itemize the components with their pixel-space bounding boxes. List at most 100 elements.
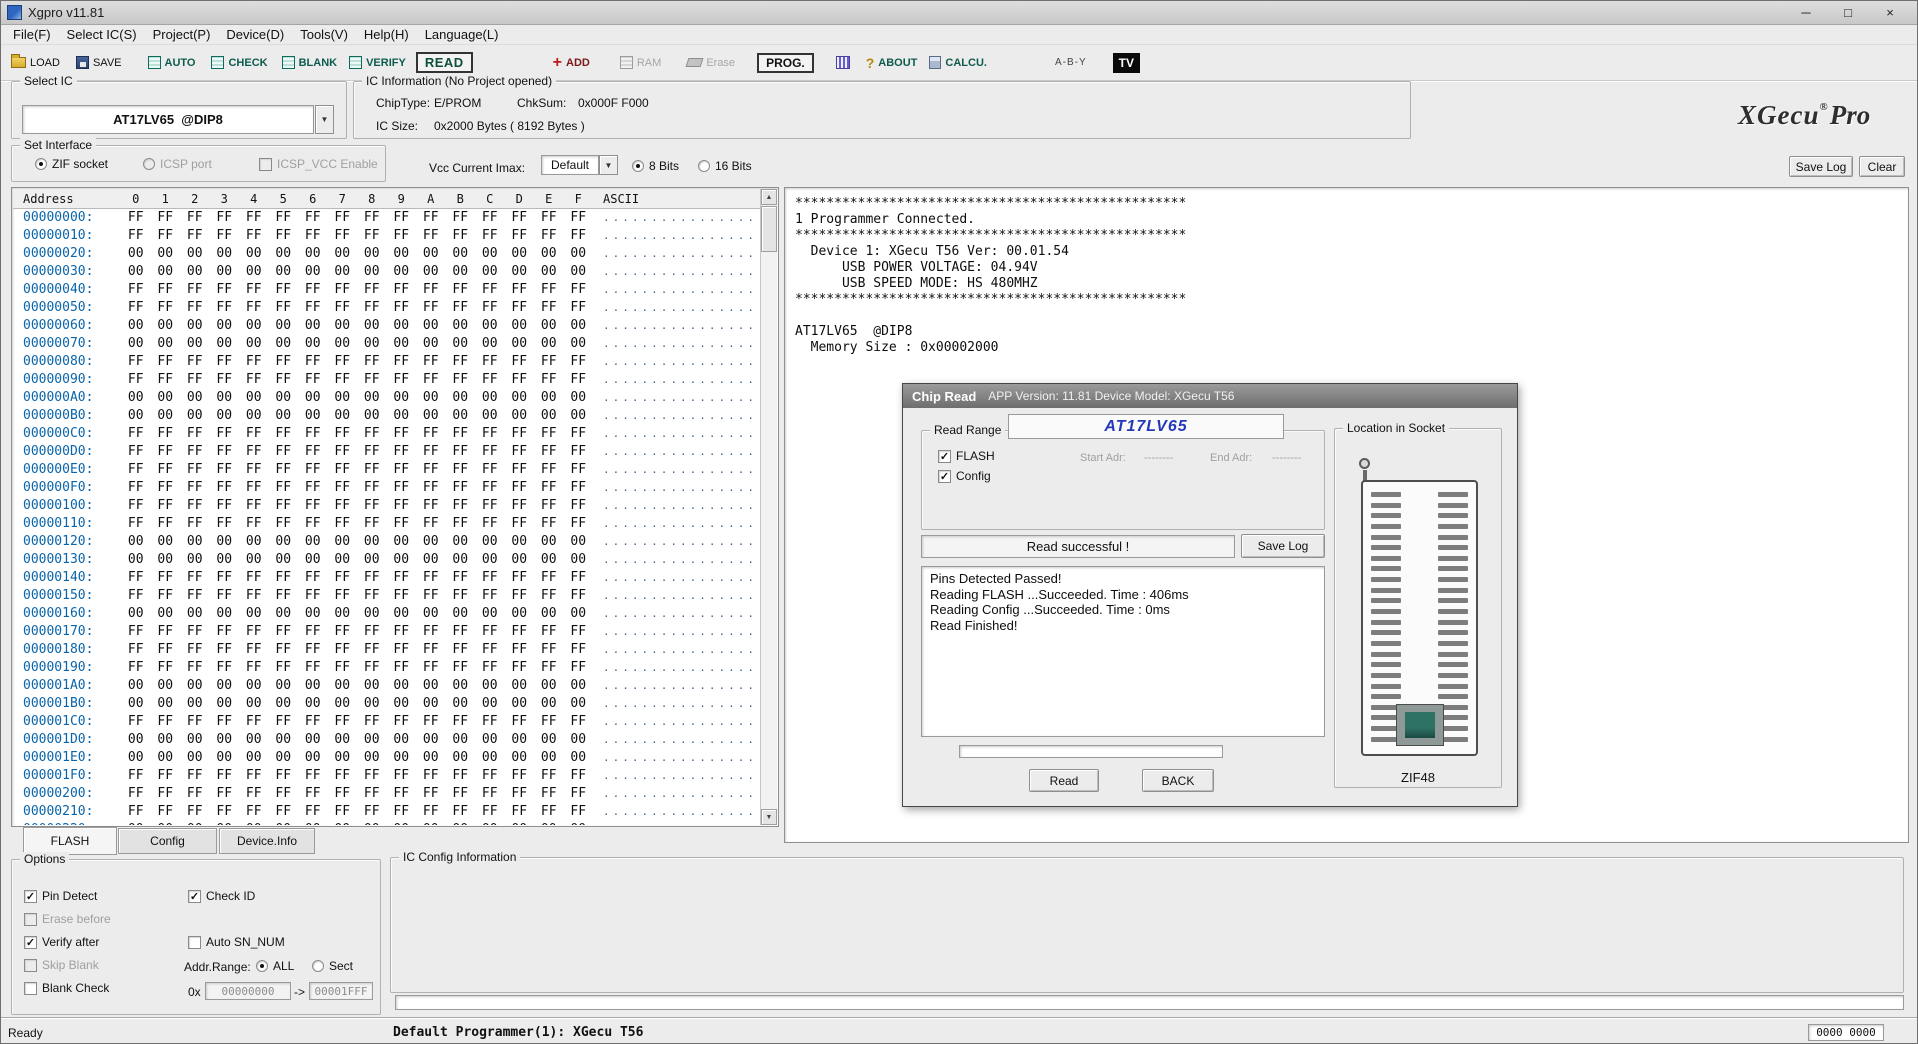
hex-byte[interactable]: FF [446, 353, 476, 371]
hex-byte[interactable]: FF [151, 227, 181, 245]
hex-byte[interactable]: 00 [387, 731, 417, 749]
hex-byte[interactable]: FF [269, 767, 299, 785]
hex-byte[interactable]: 00 [180, 749, 210, 767]
hex-byte[interactable]: FF [446, 443, 476, 461]
hex-byte[interactable]: 00 [357, 263, 387, 281]
hex-byte[interactable]: FF [446, 371, 476, 389]
zif-socket-radio[interactable]: ZIF socket [35, 157, 108, 171]
hex-byte[interactable]: FF [475, 767, 505, 785]
hex-byte[interactable]: FF [564, 767, 594, 785]
hex-byte[interactable]: 00 [328, 335, 358, 353]
hex-byte[interactable]: FF [180, 587, 210, 605]
hex-byte[interactable]: 00 [387, 317, 417, 335]
hex-byte[interactable]: FF [416, 281, 446, 299]
hex-byte[interactable]: FF [534, 281, 564, 299]
hex-byte[interactable]: FF [151, 623, 181, 641]
dialog-title-bar[interactable]: Chip Read APP Version: 11.81 Device Mode… [903, 384, 1517, 408]
menu-item-filef[interactable]: File(F) [5, 26, 59, 43]
hex-ascii[interactable]: ................ [603, 281, 753, 299]
hex-byte[interactable]: FF [298, 299, 328, 317]
hex-byte[interactable]: FF [121, 443, 151, 461]
hex-byte[interactable]: 00 [357, 335, 387, 353]
hex-byte[interactable]: FF [416, 785, 446, 803]
hex-byte[interactable]: FF [328, 785, 358, 803]
hex-byte[interactable]: FF [475, 641, 505, 659]
hex-byte[interactable]: 00 [328, 245, 358, 263]
hex-byte[interactable]: 00 [534, 335, 564, 353]
read-button[interactable]: Read [1029, 769, 1099, 792]
check-button[interactable]: CHECK [211, 56, 267, 69]
hex-byte[interactable]: 00 [180, 263, 210, 281]
hex-byte[interactable]: FF [564, 623, 594, 641]
hex-byte[interactable]: 00 [505, 695, 535, 713]
hex-byte[interactable]: 00 [387, 407, 417, 425]
hex-byte[interactable]: FF [446, 479, 476, 497]
hex-byte[interactable]: FF [269, 479, 299, 497]
hex-byte[interactable]: FF [505, 227, 535, 245]
hex-byte[interactable]: FF [239, 461, 269, 479]
hex-byte[interactable]: 00 [416, 821, 446, 825]
hex-byte[interactable]: 00 [151, 533, 181, 551]
hex-byte[interactable]: FF [269, 299, 299, 317]
hex-byte[interactable]: FF [328, 515, 358, 533]
hex-byte[interactable]: 00 [505, 677, 535, 695]
hex-byte[interactable]: FF [269, 497, 299, 515]
hex-byte[interactable]: 00 [446, 731, 476, 749]
hex-byte[interactable]: FF [564, 461, 594, 479]
hex-byte[interactable]: 00 [505, 533, 535, 551]
hex-byte[interactable]: 00 [210, 335, 240, 353]
hex-byte[interactable]: FF [328, 497, 358, 515]
hex-byte[interactable]: 00 [328, 263, 358, 281]
hex-byte[interactable]: 00 [416, 605, 446, 623]
hex-byte[interactable]: 00 [564, 317, 594, 335]
hex-byte[interactable]: FF [269, 209, 299, 227]
hex-byte[interactable]: FF [269, 713, 299, 731]
hex-byte[interactable]: FF [269, 461, 299, 479]
hex-byte[interactable]: 00 [151, 407, 181, 425]
hex-byte[interactable]: 00 [387, 335, 417, 353]
hex-byte[interactable]: FF [534, 371, 564, 389]
vcc-current-dropdown-button[interactable]: ▼ [599, 155, 618, 175]
hex-byte[interactable]: FF [151, 209, 181, 227]
hex-byte[interactable]: 00 [210, 695, 240, 713]
hex-byte[interactable]: FF [505, 515, 535, 533]
hex-byte[interactable]: FF [328, 371, 358, 389]
hex-byte[interactable]: FF [387, 281, 417, 299]
hex-byte[interactable]: FF [210, 425, 240, 443]
hex-byte[interactable]: FF [505, 623, 535, 641]
auto-sn-checkbox[interactable]: Auto SN_NUM [188, 935, 285, 949]
hex-byte[interactable]: 00 [121, 821, 151, 825]
hex-byte[interactable]: FF [328, 299, 358, 317]
load-button[interactable]: LOAD [11, 57, 60, 69]
hex-byte[interactable]: FF [180, 209, 210, 227]
hex-byte[interactable]: FF [210, 497, 240, 515]
hex-byte[interactable]: FF [357, 281, 387, 299]
hex-byte[interactable]: FF [239, 659, 269, 677]
hex-ascii[interactable]: ................ [603, 335, 753, 353]
hex-byte[interactable]: 00 [269, 821, 299, 825]
hex-byte[interactable]: 00 [121, 245, 151, 263]
hex-byte[interactable]: 00 [446, 551, 476, 569]
hex-byte[interactable]: FF [239, 443, 269, 461]
hex-byte[interactable]: 00 [475, 749, 505, 767]
hex-ascii[interactable]: ................ [603, 227, 753, 245]
hex-byte[interactable]: FF [298, 479, 328, 497]
hex-byte[interactable]: 00 [298, 677, 328, 695]
hex-byte[interactable]: FF [446, 227, 476, 245]
hex-byte[interactable]: FF [357, 299, 387, 317]
hex-byte[interactable]: FF [239, 623, 269, 641]
hex-byte[interactable]: 00 [269, 407, 299, 425]
hex-ascii[interactable]: ................ [603, 317, 753, 335]
hex-byte[interactable]: FF [328, 443, 358, 461]
hex-byte[interactable]: FF [387, 299, 417, 317]
hex-byte[interactable]: FF [298, 569, 328, 587]
hex-byte[interactable]: FF [534, 785, 564, 803]
hex-byte[interactable]: FF [180, 479, 210, 497]
hex-byte[interactable]: FF [328, 353, 358, 371]
hex-byte[interactable]: 00 [446, 821, 476, 825]
tab-config[interactable]: Config [118, 828, 217, 854]
scroll-up-button[interactable]: ▲ [761, 189, 777, 205]
hex-byte[interactable]: 00 [357, 731, 387, 749]
hex-ascii[interactable]: ................ [603, 695, 753, 713]
hex-byte[interactable]: FF [505, 497, 535, 515]
